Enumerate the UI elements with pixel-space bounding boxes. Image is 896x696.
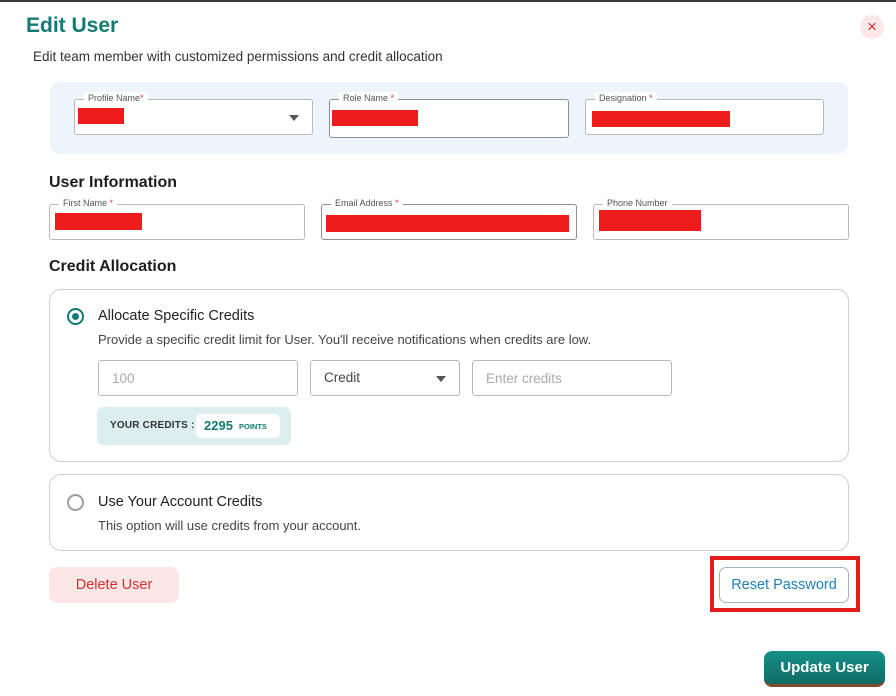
designation-label: Designation *	[595, 92, 657, 104]
user-information-heading: User Information	[49, 174, 178, 191]
use-account-credits-radio[interactable]	[67, 494, 84, 511]
role-name-label: Role Name *	[339, 92, 399, 104]
chevron-down-icon	[289, 115, 299, 121]
your-credits-label: YOUR CREDITS :	[110, 420, 195, 431]
use-account-credits-title: Use Your Account Credits	[98, 494, 263, 510]
your-credits-badge: YOUR CREDITS : 2295 POINTS	[97, 407, 291, 445]
modal-title: Edit User	[26, 14, 119, 37]
your-credits-unit: POINTS	[239, 422, 267, 431]
close-button[interactable]: ×	[860, 15, 884, 39]
close-icon: ×	[867, 17, 877, 36]
redacted-value	[326, 215, 569, 232]
redacted-value	[78, 108, 124, 124]
redacted-value	[599, 210, 701, 231]
edit-user-modal: Edit User Edit team member with customiz…	[0, 0, 896, 696]
email-label: Email Address *	[331, 197, 403, 209]
designation-field[interactable]: Designation *	[585, 92, 824, 135]
first-name-label: First Name *	[59, 197, 118, 209]
role-name-field[interactable]: Role Name *	[329, 92, 569, 138]
enter-credits-input[interactable]: Enter credits	[472, 360, 672, 396]
credit-amount-placeholder: 100	[112, 371, 135, 386]
enter-credits-placeholder: Enter credits	[486, 371, 562, 386]
first-name-field[interactable]: First Name *	[49, 197, 305, 240]
reset-password-button[interactable]: Reset Password	[719, 567, 849, 603]
redacted-value	[332, 110, 418, 126]
credit-allocation-heading: Credit Allocation	[49, 258, 177, 275]
credit-type-value: Credit	[324, 370, 361, 385]
allocate-specific-credits-title: Allocate Specific Credits	[98, 308, 255, 324]
redacted-value	[592, 111, 730, 127]
allocate-specific-credits-description: Provide a specific credit limit for User…	[98, 332, 592, 347]
chevron-down-icon	[436, 376, 446, 382]
use-account-credits-card[interactable]	[49, 474, 849, 551]
use-account-credits-description: This option will use credits from your a…	[98, 518, 361, 533]
credit-amount-input[interactable]: 100	[98, 360, 298, 396]
credit-type-select[interactable]: Credit	[310, 360, 460, 396]
phone-number-field[interactable]: Phone Number	[593, 197, 849, 240]
redacted-value	[55, 213, 142, 230]
email-field[interactable]: Email Address *	[321, 197, 577, 240]
update-user-button[interactable]: Update User	[764, 651, 885, 687]
allocate-specific-credits-radio[interactable]	[67, 308, 84, 325]
profile-name-label: Profile Name*	[84, 92, 148, 104]
phone-number-label: Phone Number	[603, 197, 672, 209]
your-credits-pill: 2295 POINTS	[196, 414, 280, 438]
profile-name-select[interactable]: Profile Name*	[74, 92, 313, 135]
your-credits-value: 2295	[204, 418, 233, 433]
modal-subtitle: Edit team member with customized permiss…	[33, 49, 443, 64]
delete-user-button[interactable]: Delete User	[49, 567, 179, 603]
